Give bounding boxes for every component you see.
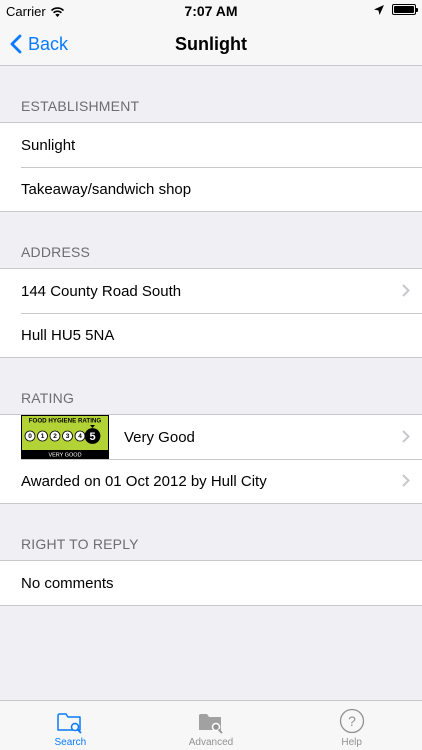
- chevron-right-icon: [402, 474, 410, 487]
- status-time: 7:07 AM: [184, 3, 238, 19]
- section-header-reply: RIGHT TO REPLY: [21, 536, 139, 552]
- folder-search-icon: [57, 713, 82, 734]
- status-bar: Carrier 7:07 AM: [0, 0, 422, 22]
- folder-advanced-icon: [199, 714, 223, 734]
- badge-scale-number: 0: [28, 433, 32, 440]
- awarded-row[interactable]: Awarded on 01 Oct 2012 by Hull City: [0, 459, 422, 503]
- badge-footer: VERY GOOD: [48, 453, 81, 459]
- question-circle-icon: ?: [339, 708, 364, 734]
- address-line2: Hull HU5 5NA: [21, 326, 115, 344]
- tab-search[interactable]: Search: [0, 701, 141, 750]
- rating-text: Very Good: [124, 428, 195, 446]
- food-hygiene-rating-badge: FOOD HYGIENE RATING 0 1 2 3 45 VERY GOOD: [21, 415, 109, 459]
- tab-advanced-label: Advanced: [188, 737, 234, 748]
- chevron-right-icon: [402, 284, 410, 297]
- badge-title: FOOD HYGIENE RATING: [29, 418, 102, 425]
- establishment-name: Sunlight: [21, 136, 76, 154]
- badge-scale-number: 2: [53, 433, 57, 440]
- tab-search-label: Search: [54, 737, 87, 748]
- tab-help[interactable]: ? Help: [281, 701, 422, 750]
- tab-advanced[interactable]: Advanced: [141, 701, 282, 750]
- nav-bar: Sunlight Back: [0, 22, 422, 66]
- establishment-name-row: Sunlight: [0, 123, 422, 167]
- reply-row: No comments: [0, 561, 422, 605]
- section-header-rating: RATING: [21, 390, 75, 406]
- address-line2-row: Hull HU5 5NA: [0, 313, 422, 357]
- badge-scale-number: 4: [78, 433, 82, 440]
- back-label: Back: [28, 33, 69, 54]
- reply-text: No comments: [21, 574, 114, 592]
- section-header-address: ADDRESS: [21, 244, 91, 260]
- chevron-left-icon: [10, 34, 22, 54]
- badge-scale-number: 3: [66, 433, 70, 440]
- status-right: [374, 4, 418, 15]
- rating-group: FOOD HYGIENE RATING 0 1 2 3 45 VERY GOOD Ver…: [0, 414, 422, 504]
- rating-row[interactable]: FOOD HYGIENE RATING 0 1 2 3 45 VERY GOOD Ver…: [0, 415, 422, 459]
- chevron-right-icon: [402, 430, 410, 443]
- address-group: 144 County Road South Hull HU5 5NA: [0, 268, 422, 358]
- badge-scale-number: 5: [89, 431, 95, 443]
- address-line1-row[interactable]: 144 County Road South: [0, 269, 422, 313]
- tab-help-label: Help: [341, 737, 362, 748]
- address-line1: 144 County Road South: [21, 282, 182, 300]
- awarded-text: Awarded on 01 Oct 2012 by Hull City: [21, 472, 267, 490]
- back-button[interactable]: Back: [10, 22, 68, 66]
- badge-scale-number: 1: [41, 433, 45, 440]
- establishment-type: Takeaway/sandwich shop: [21, 180, 192, 198]
- detail-content: ESTABLISHMENT Sunlight Takeaway/sandwich…: [0, 66, 422, 606]
- section-header-establishment: ESTABLISHMENT: [21, 98, 140, 114]
- battery-fill: [394, 6, 414, 13]
- location-arrow-icon: [374, 4, 384, 15]
- establishment-type-row: Takeaway/sandwich shop: [0, 167, 422, 211]
- reply-group: No comments: [0, 560, 422, 606]
- battery-icon: [392, 4, 418, 15]
- tab-bar: Search Advanced ? Help: [0, 700, 422, 750]
- establishment-group: Sunlight Takeaway/sandwich shop: [0, 122, 422, 212]
- svg-text:?: ?: [348, 713, 356, 729]
